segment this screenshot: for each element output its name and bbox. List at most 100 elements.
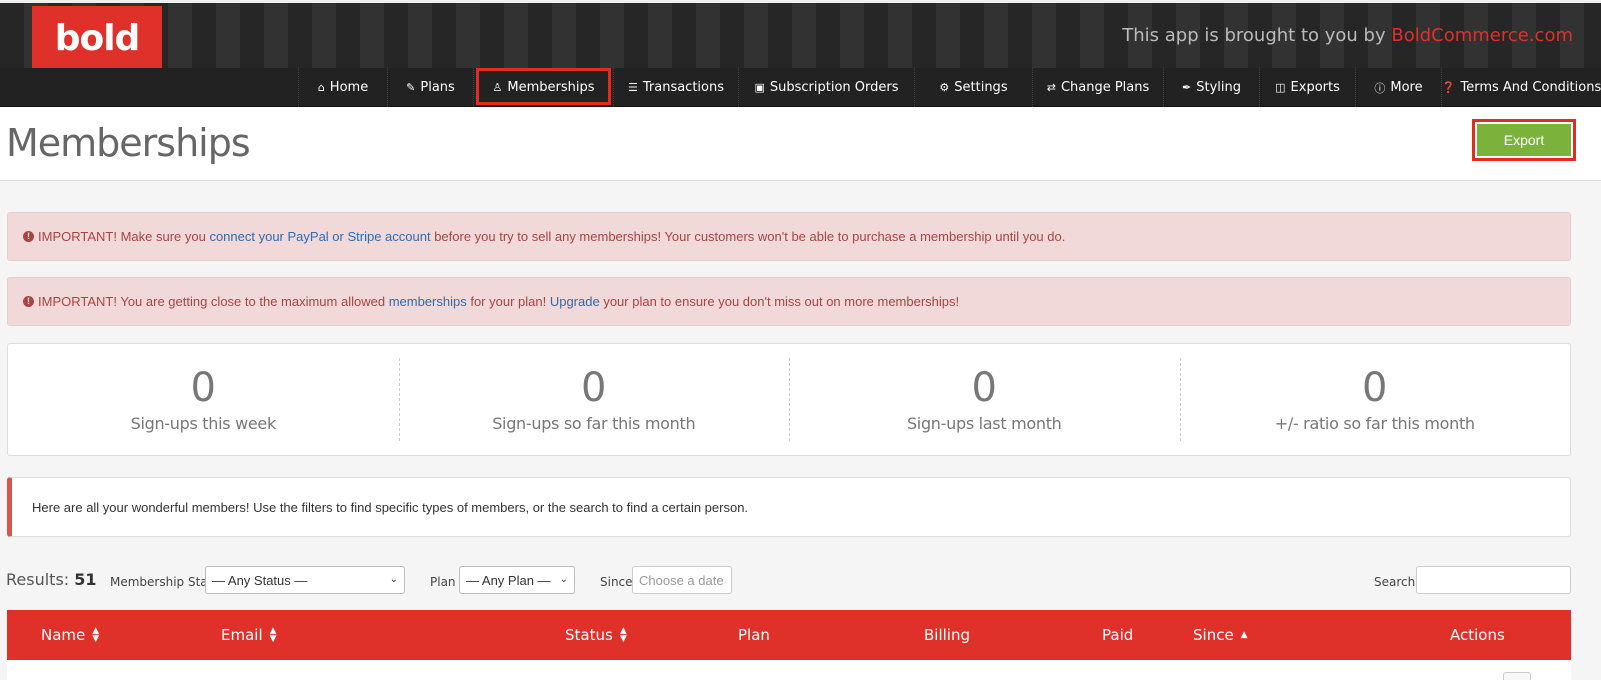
nav-item-transactions[interactable]: ☰ Transactions <box>613 68 738 107</box>
info-box: Here are all your wonderful members! Use… <box>7 477 1571 537</box>
boldcommerce-link[interactable]: BoldCommerce.com <box>1391 25 1573 46</box>
info-text: Here are all your wonderful members! Use… <box>32 499 749 515</box>
sort-asc-icon: ▲ <box>1240 630 1248 640</box>
exchange-icon: ⇄ <box>1046 81 1056 94</box>
nav-item-settings[interactable]: ⚙ Settings <box>914 68 1032 107</box>
exclamation-icon: ! <box>23 296 34 307</box>
since-placeholder: Choose a date <box>639 572 724 588</box>
column-header-email[interactable]: Email ▲ ▼ <box>221 610 277 660</box>
column-label: Plan <box>738 626 770 644</box>
nav-item-label: Home <box>329 80 369 95</box>
column-label: Paid <box>1102 626 1134 644</box>
list-icon: ☰ <box>627 81 638 94</box>
alert-limit: ! IMPORTANT! You are getting close to th… <box>7 277 1571 326</box>
plan-select[interactable]: — Any Plan — ⌄ <box>459 566 575 594</box>
logo-text: bold <box>54 18 141 59</box>
stat-label: Sign-ups last month <box>906 414 1062 433</box>
column-label: Since <box>1193 626 1234 644</box>
sort-icon: ▲ ▼ <box>92 626 100 644</box>
nav-item-label: More <box>1390 80 1423 95</box>
brought-by-text: This app is brought to you by BoldCommer… <box>1122 25 1573 46</box>
alert-paypal: ! IMPORTANT! Make sure you connect your … <box>7 212 1571 261</box>
results-number: 51 <box>74 570 97 589</box>
stat-label: Sign-ups so far this month <box>492 414 696 433</box>
search-input[interactable] <box>1416 566 1571 594</box>
exclamation-icon: ! <box>23 231 34 242</box>
stat-signups-month: 0 Sign-ups so far this month <box>398 344 790 455</box>
cart-icon: ▣ <box>754 81 765 94</box>
column-header-actions: Actions <box>1450 610 1505 660</box>
nav-item-terms[interactable]: ❓ Terms And Conditions <box>1441 68 1601 107</box>
page-title: Memberships <box>6 121 251 165</box>
chevron-down-icon: ⌄ <box>559 574 568 585</box>
brush-icon: ✒ <box>1182 81 1192 94</box>
stat-value: 0 <box>581 365 607 411</box>
users-icon: ♙ <box>492 81 503 94</box>
alert-text: IMPORTANT! Make sure you connect your Pa… <box>38 229 1065 244</box>
stat-value: 0 <box>1362 365 1388 411</box>
column-label: Email <box>221 626 263 644</box>
gears-icon: ⚙ <box>939 81 950 94</box>
nav-item-label: Memberships <box>507 80 595 95</box>
since-filter-label: Since <box>600 575 633 589</box>
nav-item-styling[interactable]: ✒ Styling <box>1163 68 1259 107</box>
column-header-billing: Billing <box>924 610 970 660</box>
main-nav: ⌂ Home ✎ Plans ♙ Memberships ☰ Transactions … <box>0 68 1601 107</box>
page-header: Memberships Export <box>0 107 1601 181</box>
info-icon: ⓘ <box>1374 81 1386 95</box>
stat-ratio: 0 +/- ratio so far this month <box>1179 344 1571 455</box>
nav-item-memberships[interactable]: ♙ Memberships <box>473 68 613 107</box>
row-action-button[interactable] <box>1503 672 1531 680</box>
sort-icon: ▲ ▼ <box>619 626 627 644</box>
column-label: Billing <box>924 626 970 644</box>
column-label: Name <box>41 626 86 644</box>
stat-signups-week: 0 Sign-ups this week <box>8 344 399 455</box>
since-date-input[interactable]: Choose a date <box>632 566 732 594</box>
nav-item-label: Settings <box>954 80 1008 95</box>
question-icon: ❓ <box>1441 81 1456 94</box>
chevron-down-icon: ⌄ <box>389 574 398 585</box>
nav-item-home[interactable]: ⌂ Home <box>298 68 387 107</box>
plan-filter-label: Plan <box>430 575 456 589</box>
nav-item-exports[interactable]: ◫ Exports <box>1259 68 1355 107</box>
status-select[interactable]: — Any Status — ⌄ <box>205 566 405 594</box>
column-header-plan: Plan <box>738 610 770 660</box>
alert-suffix: before you try to sell any memberships! … <box>430 229 1066 244</box>
upgrade-link[interactable]: Upgrade <box>550 294 600 309</box>
status-select-value: — Any Status — <box>212 572 308 588</box>
results-label: Results: <box>6 570 70 589</box>
stat-label: Sign-ups this week <box>130 414 277 433</box>
memberships-link[interactable]: memberships <box>389 294 467 309</box>
search-label: Search: <box>1374 575 1420 589</box>
stat-signups-last-month: 0 Sign-ups last month <box>789 344 1180 455</box>
nav-item-label: Transactions <box>642 80 725 95</box>
stat-label: +/- ratio so far this month <box>1274 414 1475 433</box>
results-count: Results: 51 <box>6 570 97 589</box>
nav-item-label: Terms And Conditions <box>1460 80 1601 95</box>
column-header-since[interactable]: Since ▲ <box>1193 610 1248 660</box>
nav-item-label: Styling <box>1196 80 1241 95</box>
filters-bar: Results: 51 Membership Status — Any Stat… <box>0 566 1601 600</box>
file-icon: ◫ <box>1275 81 1286 94</box>
column-header-paid: Paid <box>1102 610 1133 660</box>
connect-account-link[interactable]: connect your PayPal or Stripe account <box>209 229 430 244</box>
column-header-status[interactable]: Status ▲ ▼ <box>565 610 627 660</box>
stat-value: 0 <box>971 365 997 411</box>
alert-suffix: your plan to ensure you don't miss out o… <box>599 294 960 309</box>
alert-text: IMPORTANT! You are getting close to the … <box>38 294 959 309</box>
nav-item-label: Plans <box>420 80 455 95</box>
column-label: Actions <box>1450 626 1505 644</box>
export-button[interactable]: Export <box>1477 124 1571 156</box>
export-highlight: Export <box>1472 119 1576 161</box>
nav-item-plans[interactable]: ✎ Plans <box>387 68 473 107</box>
column-header-name[interactable]: Name ▲ ▼ <box>41 610 99 660</box>
edit-icon: ✎ <box>406 81 416 94</box>
nav-item-more[interactable]: ⓘ More <box>1355 68 1441 107</box>
nav-item-subscription-orders[interactable]: ▣ Subscription Orders <box>738 68 914 107</box>
stat-value: 0 <box>190 365 216 411</box>
column-label: Status <box>565 626 613 644</box>
bold-logo[interactable]: bold <box>32 6 162 71</box>
nav-item-label: Exports <box>1290 80 1340 95</box>
nav-item-change-plans[interactable]: ⇄ Change Plans <box>1032 68 1163 107</box>
table-body <box>7 660 1571 680</box>
